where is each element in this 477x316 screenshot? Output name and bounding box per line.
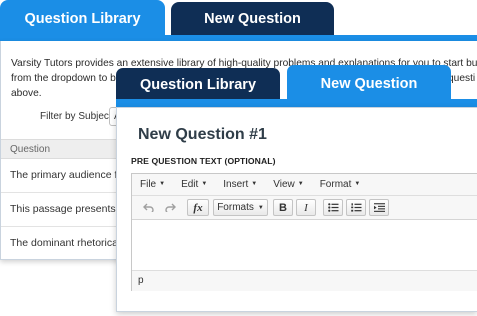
rich-text-editor: File ▼ Edit ▼ Insert ▼ View ▼ Format ▼ f… — [131, 173, 477, 291]
tab-label: New Question — [204, 10, 301, 27]
chevron-down-icon: ▼ — [251, 181, 258, 188]
italic-button[interactable]: I — [296, 199, 316, 216]
undo-button[interactable] — [139, 199, 157, 216]
tab-new-question[interactable]: New Question — [287, 65, 451, 102]
tab-label: Question Library — [139, 77, 257, 93]
tab-strip — [116, 99, 477, 107]
undo-icon — [142, 203, 154, 212]
filter-label: Filter by Subject — [40, 111, 112, 122]
chevron-down-icon: ▼ — [297, 181, 304, 188]
bullet-list-button[interactable] — [323, 199, 343, 216]
editor-statusbar: p — [132, 270, 477, 291]
element-path[interactable]: p — [138, 275, 144, 286]
tab-question-library[interactable]: Question Library — [0, 0, 165, 37]
column-header-question: Question — [10, 144, 51, 155]
indent-button[interactable] — [369, 199, 389, 216]
menu-file[interactable]: File ▼ — [140, 179, 165, 190]
numbered-list-icon — [350, 203, 361, 212]
insert-formula-button[interactable]: fx — [187, 199, 209, 216]
formula-icon: fx — [193, 201, 203, 214]
question-text: This passage presents — [10, 203, 116, 215]
pre-question-text-label: PRE QUESTION TEXT (OPTIONAL) — [131, 156, 276, 166]
menu-insert[interactable]: Insert ▼ — [223, 179, 257, 190]
tab-question-library[interactable]: Question Library — [116, 68, 280, 102]
bold-icon: B — [279, 201, 287, 214]
menu-label: Edit — [181, 179, 199, 190]
new-question-panel: New Question #1 PRE QUESTION TEXT (OPTIO… — [116, 107, 477, 312]
numbered-list-button[interactable] — [346, 199, 366, 216]
menu-edit[interactable]: Edit ▼ — [181, 179, 207, 190]
tab-label: New Question — [320, 75, 418, 92]
redo-button[interactable] — [161, 199, 179, 216]
bullet-list-icon — [327, 203, 338, 212]
tab-label: Question Library — [24, 10, 141, 27]
tab-new-question[interactable]: New Question — [171, 2, 334, 35]
menu-label: Insert — [223, 179, 249, 190]
chevron-down-icon: ▼ — [354, 181, 361, 188]
menu-label: View — [273, 179, 295, 190]
question-text: The dominant rhetorical — [10, 237, 121, 249]
formats-label: Formats — [217, 202, 254, 213]
menu-label: File — [140, 179, 157, 190]
indent-icon — [373, 203, 385, 212]
new-question-window: Question Library New Question New Questi… — [116, 64, 477, 312]
chevron-down-icon: ▼ — [257, 204, 264, 211]
intro-line-2-left: from the dropdown to b — [11, 73, 116, 84]
bold-button[interactable]: B — [273, 199, 293, 216]
chevron-down-icon: ▼ — [201, 181, 208, 188]
menu-view[interactable]: View ▼ — [273, 179, 303, 190]
question-text: The primary audience fo — [10, 169, 124, 181]
formats-dropdown[interactable]: Formats ▼ — [213, 199, 268, 216]
page-title: New Question #1 — [138, 126, 267, 143]
chevron-down-icon: ▼ — [159, 181, 166, 188]
editor-content-area[interactable] — [132, 220, 477, 269]
menu-format[interactable]: Format ▼ — [320, 179, 361, 190]
italic-icon: I — [304, 201, 308, 214]
menu-label: Format — [319, 179, 352, 190]
editor-menubar: File ▼ Edit ▼ Insert ▼ View ▼ Format ▼ — [132, 174, 477, 196]
editor-toolbar: fx Formats ▼ B I — [132, 196, 477, 220]
redo-icon — [164, 203, 176, 212]
